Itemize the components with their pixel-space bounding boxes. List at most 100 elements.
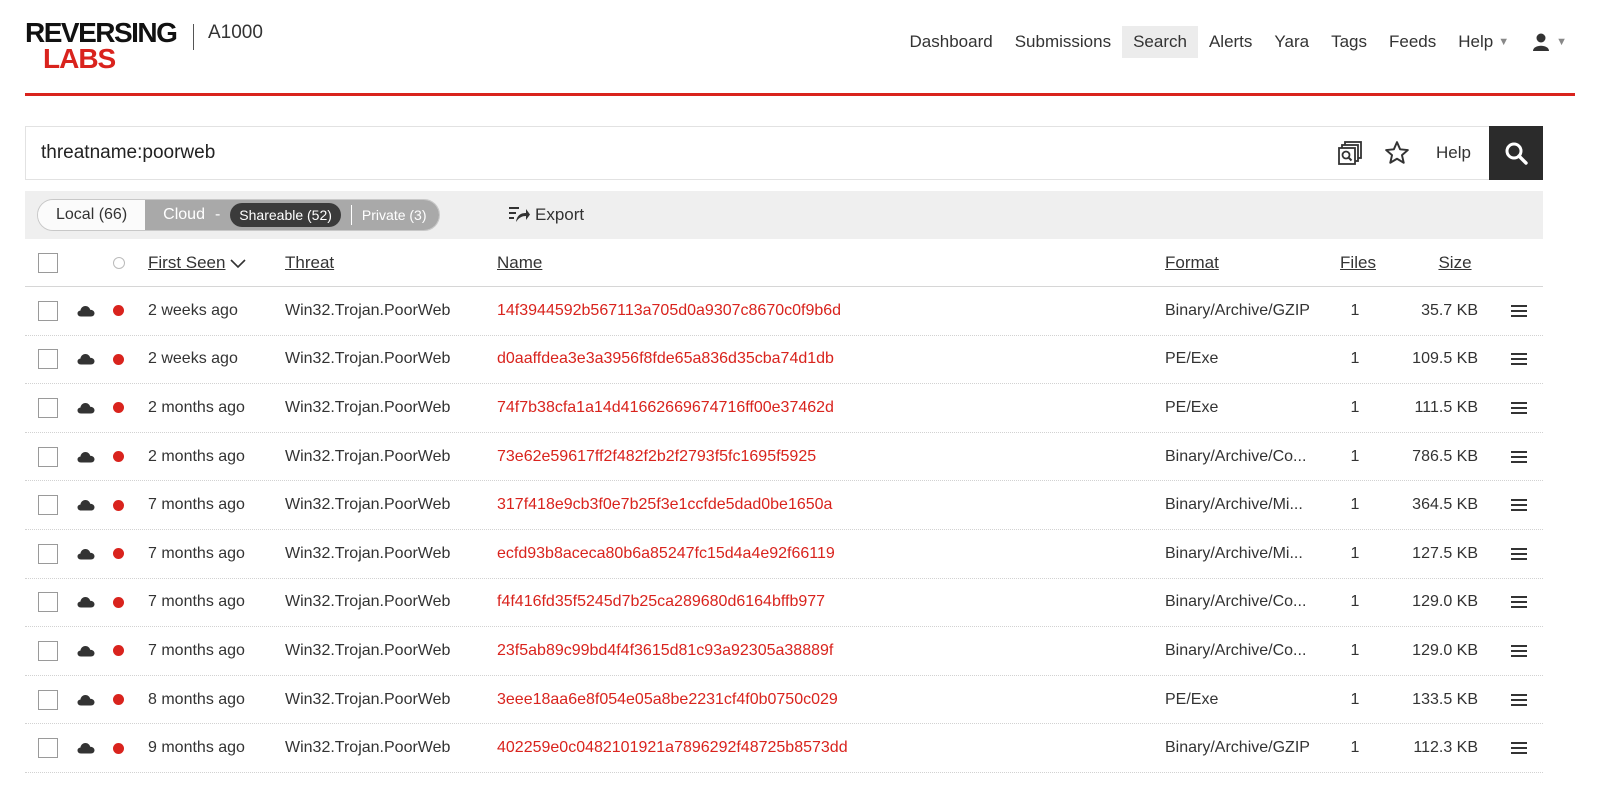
- row-threat[interactable]: Win32.Trojan.PoorWeb: [285, 724, 450, 772]
- reversinglabs-logo[interactable]: REVERSING LABS: [25, 18, 185, 74]
- row-menu-button[interactable]: [1511, 627, 1527, 675]
- search-help-link[interactable]: Help: [1436, 143, 1471, 163]
- row-menu-button[interactable]: [1511, 481, 1527, 529]
- table-row[interactable]: 7 months ago Win32.Trojan.PoorWeb 23f5ab…: [25, 627, 1543, 676]
- row-menu-button[interactable]: [1511, 336, 1527, 384]
- nav-yara[interactable]: Yara: [1263, 26, 1320, 58]
- cloud-icon: [77, 451, 95, 463]
- nav-dashboard[interactable]: Dashboard: [899, 26, 1004, 58]
- row-menu-button[interactable]: [1511, 530, 1527, 578]
- cloud-icon: [77, 354, 95, 365]
- row-threat[interactable]: Win32.Trojan.PoorWeb: [285, 579, 450, 627]
- row-checkbox[interactable]: [38, 543, 58, 564]
- row-checkbox[interactable]: [38, 738, 58, 759]
- row-menu-button[interactable]: [1511, 433, 1527, 481]
- row-name-cell: 402259e0c0482101921a7896292f48725b8573dd: [497, 724, 848, 772]
- row-check-cell: [38, 530, 58, 578]
- row-threat[interactable]: Win32.Trojan.PoorWeb: [285, 287, 450, 335]
- row-menu-button[interactable]: [1511, 384, 1527, 432]
- row-menu-button[interactable]: [1511, 676, 1527, 724]
- row-format: PE/Exe: [1165, 690, 1219, 708]
- local-results-tab[interactable]: Local (66): [38, 200, 146, 230]
- user-menu[interactable]: ▼: [1520, 26, 1575, 58]
- row-threat[interactable]: Win32.Trojan.PoorWeb: [285, 530, 450, 578]
- row-name-cell: 317f418e9cb3f0e7b25f3e1ccfde5dad0be1650a: [497, 481, 832, 529]
- row-cloud-cell: [77, 627, 95, 675]
- column-name[interactable]: Name: [497, 240, 542, 286]
- row-sample-link[interactable]: f4f416fd35f5245d7b25ca289680d6164bffb977: [497, 593, 825, 611]
- column-first-seen[interactable]: First Seen: [148, 240, 247, 286]
- saved-searches-button[interactable]: [1338, 140, 1364, 166]
- row-sample-link[interactable]: 402259e0c0482101921a7896292f48725b8573dd: [497, 739, 848, 757]
- row-menu-button[interactable]: [1511, 287, 1527, 335]
- status-filter-icon[interactable]: [113, 257, 125, 269]
- malicious-status-icon: [113, 645, 124, 657]
- table-row[interactable]: 9 months ago Win32.Trojan.PoorWeb 402259…: [25, 724, 1543, 773]
- select-all-checkbox[interactable]: [38, 253, 58, 273]
- row-checkbox[interactable]: [38, 689, 58, 710]
- table-row[interactable]: 8 months ago Win32.Trojan.PoorWeb 3eee18…: [25, 676, 1543, 725]
- row-checkbox[interactable]: [38, 397, 58, 418]
- row-sample-link[interactable]: 73e62e59617ff2f482f2b2f2793f5fc1695f5925: [497, 448, 816, 466]
- row-status-cell: [113, 724, 124, 772]
- row-menu-button[interactable]: [1511, 724, 1527, 772]
- row-menu-button[interactable]: [1511, 579, 1527, 627]
- source-switch: Local (66) Cloud - Shareable (52) Privat…: [37, 199, 440, 231]
- row-threat[interactable]: Win32.Trojan.PoorWeb: [285, 481, 450, 529]
- row-sample-link[interactable]: 317f418e9cb3f0e7b25f3e1ccfde5dad0be1650a: [497, 496, 832, 514]
- nav-submissions[interactable]: Submissions: [1004, 26, 1122, 58]
- search-input[interactable]: threatname:poorweb: [41, 127, 215, 179]
- cloud-icon: [77, 305, 95, 317]
- private-results-tab[interactable]: Private (3): [362, 207, 427, 223]
- table-row[interactable]: 7 months ago Win32.Trojan.PoorWeb 317f41…: [25, 481, 1543, 530]
- row-check-cell: [38, 481, 58, 529]
- table-row[interactable]: 2 months ago Win32.Trojan.PoorWeb 74f7b3…: [25, 384, 1543, 433]
- chevron-down-icon: [230, 259, 247, 269]
- nav-feeds[interactable]: Feeds: [1378, 26, 1447, 58]
- row-threat[interactable]: Win32.Trojan.PoorWeb: [285, 433, 450, 481]
- nav-alerts[interactable]: Alerts: [1198, 26, 1263, 58]
- column-files[interactable]: Files: [1338, 240, 1378, 286]
- cloud-icon: [77, 694, 95, 706]
- row-cloud-cell: [77, 433, 95, 481]
- row-name-cell: 73e62e59617ff2f482f2b2f2793f5fc1695f5925: [497, 433, 816, 481]
- row-sample-link[interactable]: ecfd93b8aceca80b6a85247fc15d4a4e92f66119: [497, 545, 835, 563]
- cloud-icon: [77, 402, 95, 414]
- cloud-results-tab[interactable]: Cloud - Shareable (52) Private (3): [145, 200, 439, 230]
- table-row[interactable]: 2 weeks ago Win32.Trojan.PoorWeb 14f3944…: [25, 287, 1543, 336]
- row-sample-link[interactable]: 23f5ab89c99bd4f4f3615d81c93a92305a38889f: [497, 642, 833, 660]
- row-format: PE/Exe: [1165, 350, 1219, 368]
- favorite-button[interactable]: [1384, 140, 1410, 166]
- row-sample-link[interactable]: 14f3944592b567113a705d0a9307c8670c0f9b6d: [497, 302, 841, 320]
- table-header: First Seen Threat Name Format Files Size: [25, 240, 1543, 287]
- row-size: 109.5 KB: [1412, 350, 1478, 368]
- table-row[interactable]: 2 weeks ago Win32.Trojan.PoorWeb d0aaffd…: [25, 336, 1543, 385]
- row-checkbox[interactable]: [38, 349, 58, 370]
- table-row[interactable]: 2 months ago Win32.Trojan.PoorWeb 73e62e…: [25, 433, 1543, 482]
- nav-tags[interactable]: Tags: [1320, 26, 1378, 58]
- row-sample-link[interactable]: 74f7b38cfa1a14d41662669674716ff00e37462d: [497, 399, 834, 417]
- column-size[interactable]: Size: [1405, 240, 1505, 286]
- export-button[interactable]: Export: [507, 199, 584, 231]
- cloud-icon: [77, 548, 95, 560]
- row-checkbox[interactable]: [38, 300, 58, 321]
- row-checkbox[interactable]: [38, 640, 58, 661]
- row-checkbox[interactable]: [38, 592, 58, 613]
- table-row[interactable]: 7 months ago Win32.Trojan.PoorWeb f4f416…: [25, 579, 1543, 628]
- search-button[interactable]: [1489, 126, 1543, 180]
- row-threat[interactable]: Win32.Trojan.PoorWeb: [285, 336, 450, 384]
- row-checkbox[interactable]: [38, 495, 58, 516]
- shareable-results-tab[interactable]: Shareable (52): [230, 203, 341, 227]
- nav-help-menu[interactable]: Help ▼: [1447, 26, 1520, 58]
- search-bar: threatname:poorweb Help: [25, 126, 1543, 180]
- row-threat[interactable]: Win32.Trojan.PoorWeb: [285, 627, 450, 675]
- table-row[interactable]: 7 months ago Win32.Trojan.PoorWeb ecfd93…: [25, 530, 1543, 579]
- row-checkbox[interactable]: [38, 446, 58, 467]
- nav-search[interactable]: Search: [1122, 26, 1198, 58]
- row-threat[interactable]: Win32.Trojan.PoorWeb: [285, 676, 450, 724]
- column-format[interactable]: Format: [1165, 240, 1219, 286]
- row-threat[interactable]: Win32.Trojan.PoorWeb: [285, 384, 450, 432]
- row-sample-link[interactable]: 3eee18aa6e8f054e05a8be2231cf4f0b0750c029: [497, 691, 838, 709]
- row-sample-link[interactable]: d0aaffdea3e3a3956f8fde65a836d35cba74d1db: [497, 350, 834, 368]
- column-threat[interactable]: Threat: [285, 240, 334, 286]
